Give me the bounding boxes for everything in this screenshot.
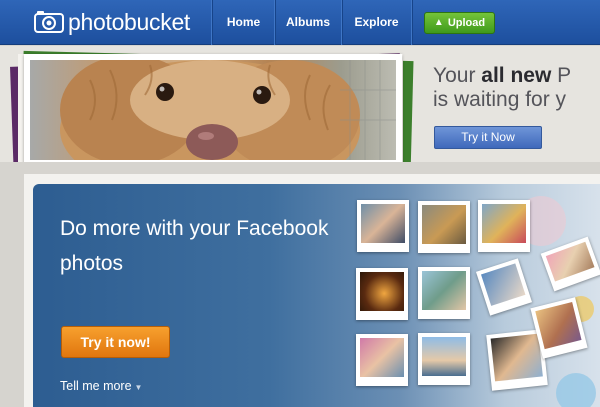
hero-photo-frame <box>24 54 402 162</box>
facebook-promo-headline: Do more with your Facebook photos <box>60 217 329 275</box>
decorative-bubble <box>556 373 596 407</box>
hero-headline: Your all new P is waiting for y <box>433 64 572 111</box>
up-arrow-icon: ▲ <box>433 17 444 28</box>
photo-thumbnail <box>356 334 408 386</box>
hero-banner: Your all new P is waiting for y Try it N… <box>0 46 600 162</box>
chevron-down-icon: ▼ <box>134 383 143 392</box>
camera-icon <box>34 11 64 33</box>
nav-albums[interactable]: Albums <box>275 0 341 45</box>
tell-me-more-label: Tell me more <box>60 379 132 393</box>
tell-me-more-link[interactable]: Tell me more ▼ <box>60 379 142 393</box>
try-it-now-button[interactable]: Try it Now <box>434 126 542 149</box>
dog-photo <box>30 60 396 160</box>
photo-thumbnail <box>418 333 470 385</box>
logo-text: photobucket <box>68 8 191 35</box>
photo-thumbnail <box>418 267 470 319</box>
photobucket-logo[interactable]: photobucket <box>34 9 190 35</box>
top-navigation-bar: photobucket Home Albums Explore ▲ Upload <box>0 0 600 45</box>
photo-thumbnail <box>478 200 530 252</box>
upload-button[interactable]: ▲ Upload <box>424 12 495 34</box>
nav-explore[interactable]: Explore <box>342 0 411 45</box>
nav-divider <box>411 0 412 45</box>
upload-label: Upload <box>447 17 486 29</box>
photo-thumbnail <box>418 201 470 253</box>
nav-home[interactable]: Home <box>212 0 275 45</box>
try-it-now-facebook-button[interactable]: Try it now! <box>61 326 170 358</box>
